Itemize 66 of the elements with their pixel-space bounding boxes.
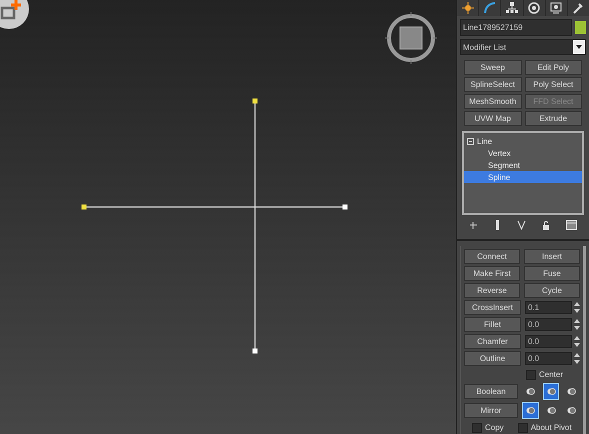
bar-icon[interactable] <box>494 220 500 230</box>
vertex-handle[interactable] <box>252 348 258 354</box>
viewcube-icon[interactable] <box>383 10 439 66</box>
vertex-handle[interactable] <box>342 204 348 210</box>
command-button[interactable]: Chamfer <box>464 334 521 349</box>
hammer-icon[interactable] <box>572 2 584 14</box>
overlap-circles-icon <box>526 406 535 415</box>
spinner-arrows-icon[interactable] <box>574 353 580 364</box>
dropdown-arrow-icon <box>576 45 582 49</box>
curve-icon[interactable] <box>484 2 496 14</box>
fork-icon[interactable] <box>516 220 526 230</box>
option-button[interactable] <box>522 402 539 419</box>
modifier-button[interactable]: SplineSelect <box>464 77 522 92</box>
spinner-field[interactable]: 0.0 <box>525 335 572 348</box>
monitor-icon[interactable] <box>550 2 562 14</box>
checkbox-label: Center <box>539 370 564 379</box>
spinner-arrows-icon[interactable] <box>574 336 580 347</box>
command-button[interactable]: Cycle <box>524 283 580 298</box>
stack-item[interactable]: Vertex <box>464 147 582 159</box>
modifier-button[interactable]: Edit Poly <box>524 60 582 75</box>
modifier-button[interactable]: UVW Map <box>464 111 522 126</box>
overlap-circles-icon <box>546 406 556 415</box>
checkbox[interactable] <box>472 422 482 432</box>
sun-icon[interactable] <box>462 2 474 14</box>
lock-icon[interactable] <box>543 220 550 230</box>
hierarchy-icon[interactable] <box>506 2 518 14</box>
modifier-button[interactable]: MeshSmooth <box>464 94 522 109</box>
option-button[interactable] <box>542 383 560 400</box>
stack-item[interactable]: Spline <box>464 171 582 183</box>
overlap-circles-icon <box>567 387 576 396</box>
vertex-handle[interactable] <box>252 98 258 104</box>
modifier-button[interactable]: Poly Select <box>524 77 582 92</box>
spinner-field[interactable]: 0.0 <box>525 318 572 331</box>
checkbox[interactable] <box>518 422 528 432</box>
overlap-circles-icon <box>526 387 535 396</box>
object-name-field[interactable]: Line1789527159 <box>460 19 572 36</box>
modifier-button[interactable]: Extrude <box>524 111 582 126</box>
vertex-handle[interactable] <box>82 204 86 210</box>
modifier-button[interactable]: Sweep <box>464 60 522 75</box>
checkbox[interactable] <box>526 370 536 380</box>
command-button[interactable]: Boolean <box>464 384 518 399</box>
spinner-arrows-icon[interactable] <box>574 302 580 313</box>
command-button[interactable]: CrossInsert <box>464 300 521 315</box>
window-icon[interactable] <box>566 220 578 230</box>
collapse-toggle-icon[interactable] <box>467 138 474 144</box>
command-button[interactable]: Insert <box>524 249 580 264</box>
gear-icon[interactable] <box>528 2 540 14</box>
spinner-arrows-icon[interactable] <box>574 319 580 330</box>
stack-item[interactable]: Segment <box>464 159 582 171</box>
command-button[interactable]: Reverse <box>464 283 520 298</box>
color-swatch[interactable] <box>575 21 586 34</box>
spinner-field[interactable]: 0.1 <box>525 301 572 314</box>
modifier-list-dropdown[interactable]: Modifier List <box>460 39 586 55</box>
command-button[interactable]: Fillet <box>464 317 521 332</box>
command-button[interactable]: Fuse <box>524 266 580 281</box>
overlap-circles-icon <box>546 387 556 396</box>
checkbox-label: About Pivot <box>530 423 572 432</box>
spinner-field[interactable]: 0.0 <box>525 352 572 365</box>
pin-icon[interactable] <box>468 220 478 230</box>
command-button[interactable]: Outline <box>464 351 521 366</box>
command-button[interactable]: Make First <box>464 266 520 281</box>
overlap-circles-icon <box>567 406 576 415</box>
stack-item[interactable]: Line <box>464 135 582 147</box>
checkbox-label: Copy <box>485 423 504 432</box>
command-button[interactable]: Connect <box>464 249 520 264</box>
command-button[interactable]: Mirror <box>464 403 518 418</box>
